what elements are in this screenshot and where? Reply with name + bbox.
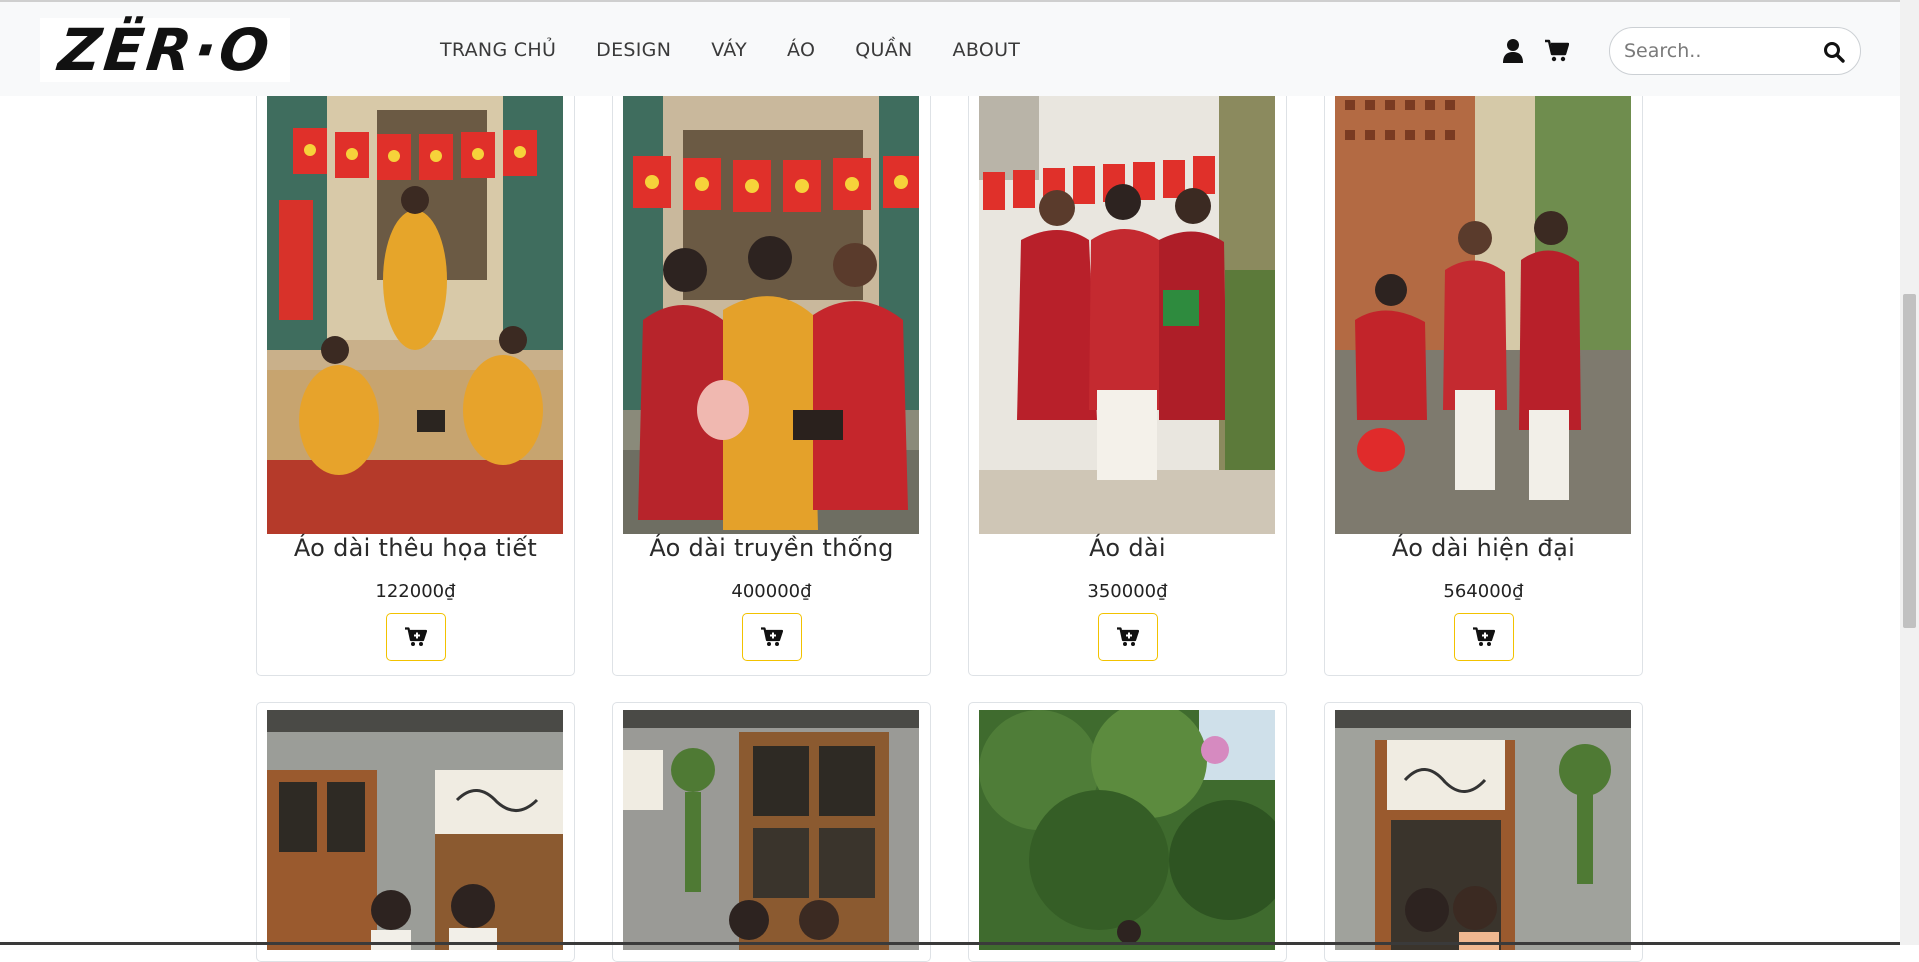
product-image[interactable] <box>1335 710 1631 950</box>
product-price: 400000₫ <box>731 581 812 602</box>
add-to-cart-button[interactable] <box>1098 613 1158 661</box>
nav-link-vay[interactable]: VÁY <box>711 39 747 61</box>
product-name[interactable]: Áo dài truyền thống <box>613 534 930 562</box>
brand-logo[interactable]: ZËR·O <box>40 16 290 84</box>
product-name[interactable]: Áo dài hiện đại <box>1325 534 1642 562</box>
nav-link-quan[interactable]: QUẦN <box>855 39 912 61</box>
product-image[interactable] <box>1335 90 1631 534</box>
user-icon[interactable] <box>1502 38 1524 64</box>
cart-plus-icon <box>761 627 783 646</box>
navbar: ZËR·O TRANG CHỦ DESIGN VÁY ÁO QUẦN ABOUT <box>0 0 1900 96</box>
cart-plus-icon <box>1473 627 1495 646</box>
shopping-cart-icon[interactable] <box>1545 39 1569 63</box>
product-card <box>612 702 931 962</box>
product-price: 564000₫ <box>1443 581 1524 602</box>
cart-plus-icon <box>405 627 427 646</box>
product-card: Áo dài thêu họa tiết 122000₫ <box>256 86 575 676</box>
add-to-cart-button[interactable] <box>386 613 446 661</box>
product-image[interactable] <box>267 710 563 950</box>
product-card <box>1324 702 1643 962</box>
product-image[interactable] <box>267 90 563 534</box>
product-image[interactable] <box>979 90 1275 534</box>
nav-link-about[interactable]: ABOUT <box>953 39 1021 61</box>
search-input[interactable] <box>1624 36 1814 66</box>
nav-link-ao[interactable]: ÁO <box>787 39 815 61</box>
nav-link-trang-chu[interactable]: TRANG CHỦ <box>440 39 556 61</box>
add-to-cart-button[interactable] <box>742 613 802 661</box>
add-to-cart-button[interactable] <box>1454 613 1514 661</box>
product-image[interactable] <box>623 90 919 534</box>
product-card: Áo dài truyền thống 400000₫ <box>612 86 931 676</box>
product-name[interactable]: Áo dài <box>969 534 1286 562</box>
search-box <box>1609 27 1861 75</box>
product-image[interactable] <box>623 710 919 950</box>
product-card <box>968 702 1287 962</box>
nav-link-design[interactable]: DESIGN <box>596 39 671 61</box>
product-price: 122000₫ <box>375 581 456 602</box>
product-image[interactable] <box>979 710 1275 950</box>
product-card <box>256 702 575 962</box>
product-price: 350000₫ <box>1087 581 1168 602</box>
main-nav: TRANG CHỦ DESIGN VÁY ÁO QUẦN ABOUT <box>440 39 1020 61</box>
product-card: Áo dài 350000₫ <box>968 86 1287 676</box>
brand-logo-text[interactable]: ZËR·O <box>55 16 275 84</box>
scrollbar-thumb[interactable] <box>1903 294 1916 628</box>
product-name[interactable]: Áo dài thêu họa tiết <box>257 534 574 562</box>
product-card: Áo dài hiện đại 564000₫ <box>1324 86 1643 676</box>
cart-plus-icon <box>1117 627 1139 646</box>
search-icon[interactable] <box>1822 40 1846 64</box>
vertical-scrollbar[interactable] <box>1900 0 1919 945</box>
